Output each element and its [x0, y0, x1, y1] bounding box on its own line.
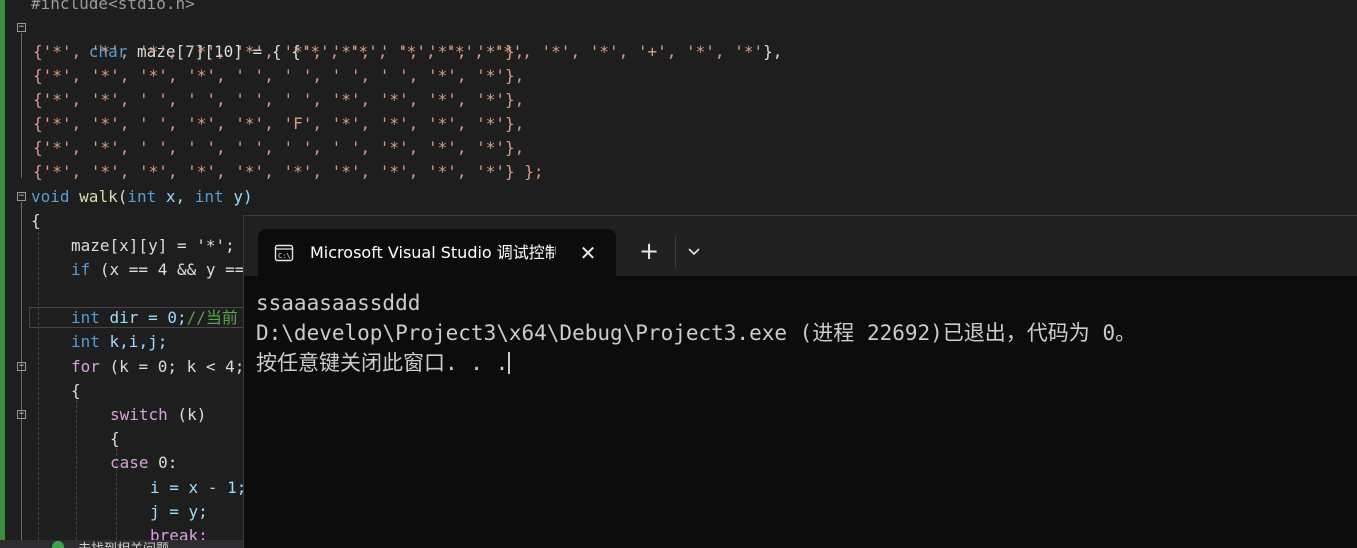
code-token: case: [110, 453, 149, 472]
code-line-j-assign: j = y;: [150, 502, 208, 521]
close-icon[interactable]: ✕: [576, 241, 600, 265]
code-token: dir = 0;: [99, 308, 187, 327]
change-indicator-bar: [0, 0, 5, 540]
code-line-maze-row: {'*', '*', ' ', ' ', ' ', ' ', ' ', '*',…: [33, 138, 525, 157]
code-line-i-assign: i = x - 1;: [150, 478, 247, 497]
indent-guide: [76, 400, 77, 540]
debug-console-window[interactable]: C:\ Microsoft Visual Studio 调试控制台 ✕ + ss…: [243, 215, 1357, 548]
error-list-strip[interactable]: 未找到相关问题: [0, 540, 245, 548]
code-line-brace: {: [71, 381, 81, 400]
code-token: (x == 4 && y ==: [90, 260, 245, 279]
tab-divider: [675, 236, 676, 268]
code-line-maze-row: {'*', '*', '*', '*', '*', '*', '*', ' ',…: [33, 42, 525, 61]
code-token: (k = 0; k < 4;: [99, 357, 245, 376]
code-line-maze-row: {'*', '*', '*', '*', '*', '*', '*', '*',…: [33, 162, 544, 181]
collapse-icon[interactable]: −: [17, 23, 26, 32]
code-token: switch: [110, 405, 168, 424]
code-token: 0:: [148, 453, 178, 472]
collapse-icon[interactable]: −: [17, 362, 26, 371]
console-prompt-text: 按任意键关闭此窗口. . .: [256, 351, 509, 375]
code-token: void: [31, 187, 70, 206]
text-cursor: [508, 352, 511, 374]
code-token: k,i,j;: [99, 332, 168, 351]
indent-guide: [38, 232, 39, 540]
svg-text:C:\: C:\: [278, 252, 291, 260]
console-line: D:\develop\Project3\x64\Debug\Project3.e…: [256, 321, 1137, 345]
console-line: 按任意键关闭此窗口. . .: [256, 348, 1346, 378]
code-token: int: [194, 187, 224, 206]
collapse-icon[interactable]: −: [17, 192, 26, 201]
code-token: int: [71, 332, 100, 351]
code-line-switch: switch (k): [110, 403, 206, 427]
code-line-maze-row: {'*', '*', '*', '*', ' ', ' ', ' ', ' ',…: [33, 66, 525, 85]
code-line-maze-row: {'*', '*', ' ', ' ', ' ', ' ', '*', '*',…: [33, 90, 525, 109]
code-line-kij: int k,i,j;: [71, 330, 167, 354]
code-token: (: [117, 187, 128, 206]
console-icon: C:\: [274, 244, 294, 262]
code-token: int: [71, 308, 100, 327]
code-line-for: for (k = 0; k < 4;: [71, 355, 244, 379]
code-line-maze-decl: char maze[7][10] = { {'*', '*', '*', '*'…: [31, 16, 783, 61]
tab-bar: C:\ Microsoft Visual Studio 调试控制台 ✕ +: [244, 216, 1357, 276]
code-line-include: #include<stdio.h>: [31, 0, 195, 13]
tab-title: Microsoft Visual Studio 调试控制台: [310, 243, 556, 262]
code-line-dir: int dir = 0;//当前: [71, 306, 238, 330]
code-token: },: [763, 42, 783, 61]
code-token: for: [71, 357, 100, 376]
fold-guide: [21, 202, 22, 540]
code-token: if: [71, 260, 91, 279]
new-tab-button[interactable]: +: [633, 238, 665, 266]
code-line-brace: {: [31, 211, 41, 230]
console-line: ssaaasaassddd: [256, 291, 421, 315]
status-text: 未找到相关问题: [78, 540, 169, 548]
code-line-walk-decl: void walk(int x, int y): [31, 185, 253, 209]
code-token: int: [127, 187, 157, 206]
code-line-case: case 0:: [110, 451, 177, 475]
chevron-down-icon[interactable]: [680, 238, 708, 266]
fold-guide: [21, 33, 22, 178]
code-line-maze-assign: maze[x][y] = '*';: [71, 236, 235, 255]
code-line-if: if (x == 4 && y ==: [71, 258, 244, 282]
check-icon: [52, 541, 64, 548]
code-token: y): [223, 187, 253, 206]
console-output[interactable]: ssaaasaassddd D:\develop\Project3\x64\De…: [256, 288, 1346, 378]
collapse-icon[interactable]: −: [17, 410, 26, 419]
code-token: //当前: [186, 308, 238, 327]
tab-debug-console[interactable]: C:\ Microsoft Visual Studio 调试控制台 ✕: [258, 229, 616, 276]
code-token: x,: [156, 187, 195, 206]
code-line-maze-row: {'*', '*', ' ', '*', '*', 'F', '*', '*',…: [33, 114, 525, 133]
code-token: walk: [79, 187, 118, 206]
code-line-brace: {: [110, 429, 120, 448]
code-token: (k): [167, 405, 207, 424]
